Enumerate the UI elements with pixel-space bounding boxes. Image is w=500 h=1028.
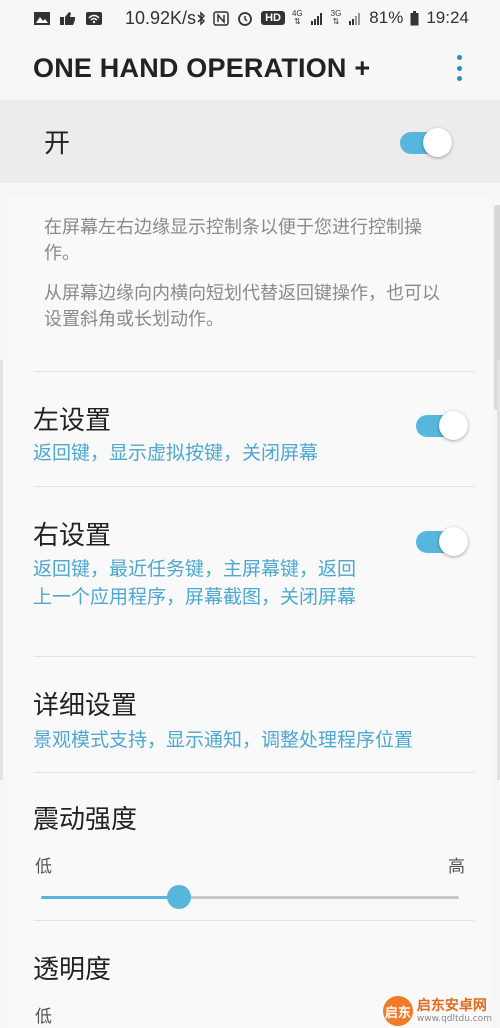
description-2: 从屏幕边缘向内横向短划代替返回键操作，也可以设置斜角或长划动作。 — [44, 283, 440, 330]
hd-badge: HD — [261, 11, 285, 25]
bluetooth-icon — [197, 10, 206, 26]
page-title: ONE HAND OPERATION + — [33, 52, 371, 83]
nfc-icon — [213, 10, 229, 26]
battery-percent: 81% — [369, 8, 404, 27]
wifi-icon — [86, 11, 102, 25]
more-vert-icon[interactable] — [456, 55, 462, 81]
image-icon — [34, 11, 50, 25]
thumbs-up-icon — [60, 11, 75, 25]
watermark-url: www.qdltdu.com — [416, 1014, 492, 1024]
signal-icon — [310, 12, 322, 25]
watermark: 启东 启东安卓网 www.qdltdu.com — [382, 996, 492, 1026]
net-4g-label: 4G — [291, 9, 303, 18]
status-bar: 10.92K/s HD 4G ⇅ 3G ⇅ 81% 19:24 — [0, 0, 500, 36]
status-left: 10.92K/s — [0, 8, 196, 29]
net-3g-label: 3G — [330, 9, 342, 18]
left-settings-switch[interactable] — [416, 409, 468, 441]
alarm-icon — [238, 11, 252, 26]
divider — [34, 772, 474, 773]
switch-thumb — [439, 527, 468, 556]
master-switch[interactable] — [400, 126, 452, 158]
watermark-name: 启东安卓网 — [416, 998, 487, 1014]
left-settings-title: 左设置 — [33, 406, 112, 436]
divider — [34, 656, 474, 657]
transparency-title: 透明度 — [33, 955, 112, 985]
divider — [34, 920, 474, 921]
switch-thumb — [423, 127, 452, 157]
screen: 10.92K/s HD 4G ⇅ 3G ⇅ 81% 19:24 ONE HAND O… — [0, 0, 500, 1028]
watermark-logo: 启东 — [382, 996, 413, 1026]
right-settings-switch[interactable] — [416, 525, 468, 557]
app-bar: ONE HAND OPERATION + — [0, 36, 500, 100]
divider — [34, 371, 474, 372]
signal-icon-2 — [349, 12, 361, 25]
battery-icon — [410, 10, 419, 25]
detail-settings-title: 详细设置 — [33, 691, 138, 721]
network-speed: 10.92K/s — [125, 7, 197, 28]
vibration-high-label: 高 — [448, 857, 465, 877]
master-switch-bar[interactable]: 开 — [0, 100, 500, 183]
master-switch-label: 开 — [44, 129, 71, 159]
vibration-low-label: 低 — [35, 857, 52, 877]
transparency-low-label: 低 — [35, 1007, 52, 1027]
status-right: HD 4G ⇅ 3G ⇅ 81% 19:24 — [196, 8, 500, 28]
right-settings-summary: 返回键，最近任务键，主屏幕键，返回上一个应用程序，屏幕截图，关闭屏幕 — [33, 558, 357, 608]
vibration-slider-thumb[interactable] — [167, 885, 191, 909]
network-4g: 4G ⇅ — [291, 9, 303, 26]
detail-settings-summary: 景观模式支持，显示通知，调整处理程序位置 — [33, 729, 414, 751]
clock: 19:24 — [426, 8, 469, 27]
right-settings-title: 右设置 — [33, 521, 112, 551]
watermark-text: 启东安卓网 www.qdltdu.com — [417, 998, 492, 1024]
vibration-slider-fill — [41, 896, 179, 899]
switch-thumb — [439, 411, 468, 440]
settings-card: 在屏幕左右边缘显示控制条以便于您进行控制操作。 从屏幕边缘向内横向短划代替返回键… — [8, 197, 492, 1028]
vibration-slider[interactable] — [41, 885, 459, 909]
vibration-title: 震动强度 — [33, 805, 138, 835]
left-edge-handle[interactable] — [0, 360, 3, 780]
network-3g: 3G ⇅ — [330, 9, 342, 26]
left-settings-summary: 返回键，显示虚拟按键，关闭屏幕 — [33, 442, 319, 464]
description-1: 在屏幕左右边缘显示控制条以便于您进行控制操作。 — [44, 217, 422, 264]
divider — [34, 486, 474, 487]
